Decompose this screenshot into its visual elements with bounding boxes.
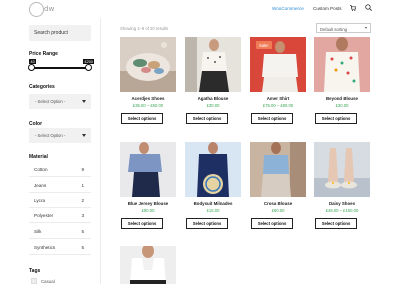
product-name[interactable]: Agatha Blouse	[185, 96, 241, 101]
product-name[interactable]: Amer Shirt	[250, 96, 306, 101]
product-image[interactable]	[314, 142, 370, 197]
color-select[interactable]: - Select Option -	[29, 128, 91, 143]
logo-text[interactable]: dw	[44, 5, 55, 13]
nav-woocommerce[interactable]: WooCommerce	[272, 6, 304, 11]
product-price: £75.00 – £90.00	[262, 103, 294, 108]
sale-badge: Sale!	[256, 41, 272, 49]
product-price: £30.00	[335, 103, 349, 108]
product-image[interactable]	[185, 142, 241, 197]
nav-custom-posts[interactable]: Custom Posts	[313, 6, 342, 11]
sort-select[interactable]: Default sorting	[316, 23, 371, 33]
material-label: Polyester	[34, 213, 54, 218]
product-name[interactable]: Acerdjes Shoes	[120, 96, 176, 101]
product-name[interactable]: Daisy Shoes	[314, 201, 370, 206]
material-label: Synthetics	[34, 245, 56, 250]
material-item-jeans[interactable]: Jeans 1	[29, 181, 91, 193]
categories-title: Categories	[29, 84, 55, 90]
chevron-down-icon	[82, 134, 86, 137]
product-price: £60.00	[271, 208, 285, 213]
sort-select-value: Default sorting	[320, 26, 347, 32]
material-count: 2	[81, 198, 84, 203]
product-price: £30.00	[206, 103, 220, 108]
material-count: 1	[81, 183, 84, 188]
sidebar-divider	[100, 18, 101, 284]
product-price: £90.00	[141, 208, 155, 213]
site-header: dw WooCommerce Custom Posts	[0, 0, 400, 18]
product-price: £15.00	[206, 208, 220, 213]
material-item-silk[interactable]: Silk 5	[29, 227, 91, 239]
categories-select[interactable]: - Select Option -	[29, 94, 91, 109]
material-label: Lycra	[34, 198, 46, 203]
product-image[interactable]	[314, 37, 370, 92]
product-name[interactable]: Blue Jersey Blouse	[120, 201, 176, 206]
material-item-lycra[interactable]: Lycra 2	[29, 196, 91, 208]
material-count: 9	[81, 167, 84, 172]
logo[interactable]	[29, 2, 44, 17]
material-count: 5	[81, 245, 84, 250]
product-image[interactable]	[120, 142, 176, 197]
select-options-button[interactable]: Select options	[121, 113, 163, 124]
product-image[interactable]	[120, 246, 176, 284]
material-label: Cotton	[34, 167, 48, 172]
cart-icon[interactable]	[350, 5, 356, 11]
product-image[interactable]	[185, 37, 241, 92]
price-range-track[interactable]	[31, 67, 89, 69]
product-image[interactable]	[120, 37, 176, 92]
color-select-value: - Select Option -	[35, 133, 66, 138]
select-options-button[interactable]: Select options	[121, 218, 163, 229]
search-icon[interactable]	[365, 4, 372, 11]
tag-checkbox[interactable]	[31, 278, 37, 284]
price-range-title: Price Range	[29, 51, 58, 57]
material-label: Silk	[34, 229, 42, 234]
material-label: Jeans	[34, 183, 47, 188]
chevron-down-icon	[365, 27, 367, 29]
material-count: 3	[81, 213, 84, 218]
product-name[interactable]: Crosa Blouse	[250, 201, 306, 206]
material-title: Material	[29, 154, 48, 160]
select-options-button[interactable]: Select options	[251, 218, 293, 229]
chevron-down-icon	[82, 100, 86, 103]
price-min-handle[interactable]	[28, 64, 35, 71]
material-item-synthetics[interactable]: Synthetics 5	[29, 243, 91, 255]
product-price: £48.00 – £150.00	[325, 208, 359, 213]
tag-label: Casual	[41, 279, 55, 284]
result-count: Showing 1–9 of 20 results	[120, 26, 169, 31]
select-options-button[interactable]: Select options	[315, 218, 357, 229]
product-name[interactable]: Bodysuit Milnades	[185, 201, 241, 206]
color-title: Color	[29, 121, 43, 127]
material-count: 5	[81, 229, 84, 234]
categories-select-value: - Select Option -	[35, 99, 66, 104]
material-item-cotton[interactable]: Cotton 9	[29, 165, 91, 177]
product-search-input[interactable]: Search product	[29, 25, 91, 41]
select-options-button[interactable]: Select options	[186, 218, 228, 229]
tags-title: Tags	[29, 268, 41, 274]
product-image[interactable]: Sale!	[250, 37, 306, 92]
product-name[interactable]: Beyond Blouse	[314, 96, 370, 101]
select-options-button[interactable]: Select options	[315, 113, 357, 124]
product-price: £35.00 – £50.00	[132, 103, 164, 108]
product-image[interactable]	[250, 142, 306, 197]
material-item-polyester[interactable]: Polyester 3	[29, 211, 91, 223]
price-max-handle[interactable]	[85, 64, 92, 71]
select-options-button[interactable]: Select options	[251, 113, 293, 124]
select-options-button[interactable]: Select options	[186, 113, 228, 124]
